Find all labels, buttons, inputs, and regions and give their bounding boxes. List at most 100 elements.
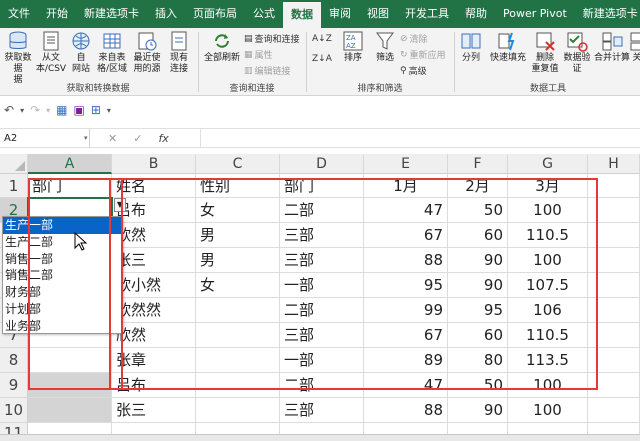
cell-c10[interactable] (196, 398, 280, 423)
validation-dropdown-list[interactable]: 生产一部 生产二部 销售一部 销售二部 财务部 计划部 业务部 (2, 216, 123, 334)
cell-d7[interactable]: 三部 (280, 323, 364, 348)
from-web-button[interactable]: 自 网站 (68, 30, 94, 75)
formula-input[interactable] (200, 129, 640, 148)
cell-d4[interactable]: 三部 (280, 248, 364, 273)
remove-duplicates-button[interactable]: 删除 重复值 (530, 30, 560, 75)
cell-c8[interactable] (196, 348, 280, 373)
cell-g11[interactable] (508, 423, 588, 434)
tab-7[interactable]: 审阅 (321, 0, 359, 28)
sort-az-button[interactable]: A↓Z (312, 34, 332, 44)
cell-c1[interactable]: 性别 (196, 174, 280, 198)
dropdown-option[interactable]: 销售二部 (3, 267, 122, 284)
cell-e1[interactable]: 1月 (364, 174, 448, 198)
cell-f5[interactable]: 90 (448, 273, 508, 298)
redo-dropdown-icon[interactable]: ▾ (46, 106, 50, 115)
cell-b6[interactable]: 欣然然 (112, 298, 196, 323)
save-icon[interactable]: ▣ (74, 103, 85, 117)
cell-b11[interactable] (112, 423, 196, 434)
cell-b4[interactable]: 张三 (112, 248, 196, 273)
cell-d9[interactable]: 二部 (280, 373, 364, 398)
relationships-button[interactable]: 关 (630, 30, 640, 64)
tab-12[interactable]: 新建选项卡 (575, 0, 640, 28)
tab-4[interactable]: 页面布局 (185, 0, 245, 28)
cell-e2[interactable]: 47 (364, 198, 448, 223)
cell-d2[interactable]: 二部 (280, 198, 364, 223)
from-table-button[interactable]: 来自表 格/区域 (94, 30, 130, 75)
tab-1[interactable]: 开始 (38, 0, 76, 28)
cell-h5[interactable] (588, 273, 640, 298)
column-header-e[interactable]: E (364, 154, 448, 174)
cell-a9[interactable] (28, 373, 112, 398)
cell-g3[interactable]: 110.5 (508, 223, 588, 248)
cell-d5[interactable]: 一部 (280, 273, 364, 298)
cell-e9[interactable]: 47 (364, 373, 448, 398)
cell-h11[interactable] (588, 423, 640, 434)
cell-e4[interactable]: 88 (364, 248, 448, 273)
dropdown-option[interactable]: 业务部 (3, 318, 122, 335)
tab-9[interactable]: 开发工具 (397, 0, 457, 28)
cell-g2[interactable]: 100 (508, 198, 588, 223)
dropdown-option[interactable]: 财务部 (3, 284, 122, 301)
cell-f6[interactable]: 95 (448, 298, 508, 323)
dropdown-option[interactable]: 计划部 (3, 301, 122, 318)
cell-g1[interactable]: 3月 (508, 174, 588, 198)
refresh-all-button[interactable]: 全部刷新 (202, 30, 242, 64)
name-box[interactable]: A2 (0, 129, 90, 148)
get-data-button[interactable]: 获取数据 据 (2, 30, 34, 86)
queries-connections-button[interactable]: ▤ 查询和连接 (244, 32, 300, 46)
cell-h9[interactable] (588, 373, 640, 398)
cell-f4[interactable]: 90 (448, 248, 508, 273)
column-header-f[interactable]: F (448, 154, 508, 174)
column-header-a[interactable]: A (28, 154, 112, 174)
cell-h1[interactable] (588, 174, 640, 198)
consolidate-button[interactable]: 合并计算 (594, 30, 630, 64)
cell-c6[interactable] (196, 298, 280, 323)
cell-g4[interactable]: 100 (508, 248, 588, 273)
cell-h4[interactable] (588, 248, 640, 273)
cell-h7[interactable] (588, 323, 640, 348)
tab-8[interactable]: 视图 (359, 0, 397, 28)
cell-e7[interactable]: 67 (364, 323, 448, 348)
cell-b10[interactable]: 张三 (112, 398, 196, 423)
properties-button[interactable]: ▦ 属性 (244, 48, 273, 62)
cell-g10[interactable]: 100 (508, 398, 588, 423)
function-icon[interactable]: fx (158, 132, 168, 145)
cell-c7[interactable] (196, 323, 280, 348)
cell-g7[interactable]: 110.5 (508, 323, 588, 348)
validation-dropdown-button[interactable]: ▼ (114, 198, 126, 212)
cell-g9[interactable]: 100 (508, 373, 588, 398)
cell-b7[interactable]: 欣然 (112, 323, 196, 348)
enter-icon[interactable]: ✓ (133, 132, 142, 145)
tab-5[interactable]: 公式 (245, 0, 283, 28)
select-all-corner[interactable] (0, 154, 28, 174)
grid-icon[interactable]: ⊞ (91, 103, 101, 117)
redo-icon[interactable]: ↷ (30, 103, 40, 117)
cell-b8[interactable]: 张章 (112, 348, 196, 373)
column-header-d[interactable]: D (280, 154, 364, 174)
cell-e3[interactable]: 67 (364, 223, 448, 248)
row-header-11[interactable]: 11 (0, 423, 28, 434)
cell-g8[interactable]: 113.5 (508, 348, 588, 373)
column-header-b[interactable]: B (112, 154, 196, 174)
cell-h8[interactable] (588, 348, 640, 373)
cell-f8[interactable]: 80 (448, 348, 508, 373)
text-to-columns-button[interactable]: 分列 (458, 30, 484, 64)
cell-h3[interactable] (588, 223, 640, 248)
cell-c9[interactable] (196, 373, 280, 398)
cancel-icon[interactable]: ✕ (108, 132, 117, 145)
sort-button[interactable]: ZA AZ 排序 (338, 30, 368, 64)
cell-c4[interactable]: 男 (196, 248, 280, 273)
column-header-g[interactable]: G (508, 154, 588, 174)
tab-10[interactable]: 帮助 (457, 0, 495, 28)
cell-h2[interactable] (588, 198, 640, 223)
cell-d8[interactable]: 一部 (280, 348, 364, 373)
cell-a1[interactable]: 部门 (28, 174, 112, 198)
name-box-dropdown-icon[interactable]: ▾ (84, 129, 88, 148)
undo-dropdown-icon[interactable]: ▾ (20, 106, 24, 115)
cell-g5[interactable]: 107.5 (508, 273, 588, 298)
cell-g6[interactable]: 106 (508, 298, 588, 323)
cell-d6[interactable]: 二部 (280, 298, 364, 323)
customize-qat-icon[interactable]: ▾ (107, 106, 111, 115)
dropdown-option[interactable]: 销售一部 (3, 251, 122, 268)
cell-f2[interactable]: 50 (448, 198, 508, 223)
